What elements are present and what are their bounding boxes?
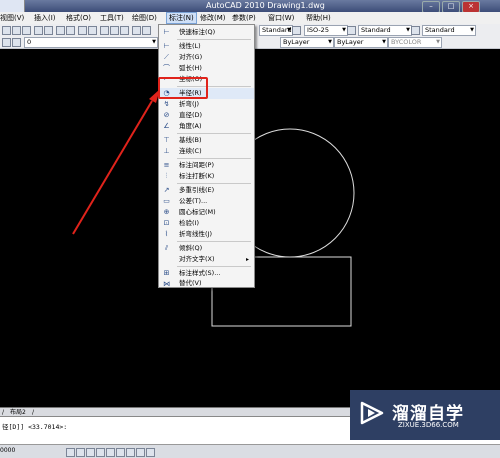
status-bar: 0000 xyxy=(0,444,500,458)
dimstyle-select[interactable]: ISO-25 ▼ xyxy=(304,25,348,36)
menu-item-tolerance[interactable]: ▭ 公差(T)... xyxy=(159,196,254,207)
linetype-select[interactable]: ByLayer ▼ xyxy=(280,37,334,48)
oblique-icon: ⫽ xyxy=(164,244,169,252)
center-mark-icon: ⊕ xyxy=(163,208,170,216)
zoom-icon[interactable] xyxy=(88,26,97,35)
layer-state-icon[interactable] xyxy=(12,38,21,47)
osnap-icon[interactable] xyxy=(106,448,115,457)
ortho-icon[interactable] xyxy=(86,448,95,457)
help-icon[interactable] xyxy=(142,26,151,35)
save-icon[interactable] xyxy=(22,26,31,35)
angle-icon: ∠ xyxy=(163,122,170,130)
dim-style-icon[interactable] xyxy=(292,26,301,35)
menu-item-continue[interactable]: ⊥ 连续(C) xyxy=(159,146,254,157)
jogged-icon: ↯ xyxy=(163,100,170,108)
dim-break-icon: ⫶ xyxy=(165,172,168,180)
title-bar: AutoCAD 2010 Drawing1.dwg – □ × xyxy=(0,0,500,13)
dyn-icon[interactable] xyxy=(136,448,145,457)
menu-help[interactable]: 帮助(H) xyxy=(306,13,331,23)
plotstyle-select[interactable]: BYCOLOR ▼ xyxy=(388,37,442,48)
menu-item-multileader[interactable]: ↗ 多重引线(E) xyxy=(159,185,254,196)
calculator-icon[interactable] xyxy=(132,26,141,35)
polar-icon[interactable] xyxy=(96,448,105,457)
jogged-linear-icon: ⌇ xyxy=(164,230,169,238)
menu-tools[interactable]: 工具(T) xyxy=(100,13,124,23)
menu-item-center-mark[interactable]: ⊕ 圆心标记(M) xyxy=(159,207,254,218)
menu-item-align-text[interactable]: 对齐文字(X) ▸ xyxy=(159,254,254,265)
menu-item-arc-length[interactable]: ⌒ 弧长(H) xyxy=(159,63,254,74)
properties-icon[interactable] xyxy=(100,26,109,35)
preview-icon[interactable] xyxy=(44,26,53,35)
menu-item-dim-break[interactable]: ⫶ 标注打断(K) xyxy=(159,171,254,182)
menu-insert[interactable]: 插入(I) xyxy=(34,13,56,23)
menu-item-quick-dim[interactable]: ⊢ 快速标注(Q) xyxy=(159,27,254,38)
window-title: AutoCAD 2010 Drawing1.dwg xyxy=(206,1,325,10)
highlight-box xyxy=(158,77,208,99)
menu-format[interactable]: 格式(O) xyxy=(66,13,91,23)
menu-item-dim-space[interactable]: ≡ 标注间距(P) xyxy=(159,160,254,171)
menu-item-angle[interactable]: ∠ 角度(A) xyxy=(159,121,254,132)
command-text: 径[D]] <33.7014>: xyxy=(2,423,68,431)
override-icon: ⋈ xyxy=(163,280,170,288)
menu-item-aligned[interactable]: ⟋ 对齐(G) xyxy=(159,52,254,63)
menu-view[interactable]: 视图(V) xyxy=(0,13,24,23)
menu-item-oblique[interactable]: ⫽ 倾斜(Q) xyxy=(159,243,254,254)
annotation-arrow-line xyxy=(72,100,153,235)
menu-item-linear[interactable]: ⊢ 线性(L) xyxy=(159,41,254,52)
brand-url: ZIXUE.3D66.COM xyxy=(398,421,459,429)
layer-select[interactable]: 0 ▼ xyxy=(24,37,158,48)
menu-modify[interactable]: 修改(M) xyxy=(200,13,226,23)
layer-manager-icon[interactable] xyxy=(2,38,11,47)
menu-dimension[interactable]: 标注(N) xyxy=(166,12,197,24)
menu-item-inspect[interactable]: ⊡ 检验(I) xyxy=(159,218,254,229)
plot-icon[interactable] xyxy=(34,26,43,35)
baseline-icon: ⊤ xyxy=(163,136,170,144)
menu-item-jogged-linear[interactable]: ⌇ 折弯线性(J) xyxy=(159,229,254,240)
ducs-icon[interactable] xyxy=(126,448,135,457)
grid-icon[interactable] xyxy=(76,448,85,457)
pan-icon[interactable] xyxy=(78,26,87,35)
tool-palette-icon[interactable] xyxy=(120,26,129,35)
text-style-select[interactable]: Standard ▼ xyxy=(259,25,293,36)
lineweight-select[interactable]: ByLayer ▼ xyxy=(334,37,388,48)
menu-draw[interactable]: 绘图(D) xyxy=(132,13,157,23)
watermark-logo: 溜溜自学 ZIXUE.3D66.COM xyxy=(350,390,500,440)
continue-icon: ⊥ xyxy=(163,147,170,155)
menu-item-dim-style[interactable]: ⊞ 标注样式(S)... xyxy=(159,268,254,279)
coordinate-readout: 0000 xyxy=(0,447,16,454)
aligned-icon: ⟋ xyxy=(164,53,169,61)
menu-item-diameter[interactable]: ⊘ 直径(D) xyxy=(159,110,254,121)
quick-dim-icon: ⊢ xyxy=(163,28,170,36)
play-logo-icon xyxy=(360,401,384,425)
open-icon[interactable] xyxy=(12,26,21,35)
linear-icon: ⊢ xyxy=(163,42,170,50)
arc-length-icon: ⌒ xyxy=(163,64,170,72)
table-style-select[interactable]: Standard ▼ xyxy=(358,25,412,36)
quick-access-button[interactable] xyxy=(0,0,25,12)
snap-icon[interactable] xyxy=(66,448,75,457)
menu-window[interactable]: 窗口(W) xyxy=(268,13,294,23)
dim-space-icon: ≡ xyxy=(163,161,170,169)
lineweight-icon[interactable] xyxy=(146,448,155,457)
undo-icon[interactable] xyxy=(56,26,65,35)
otrack-icon[interactable] xyxy=(116,448,125,457)
dim-style-icon: ⊞ xyxy=(163,269,170,277)
menu-item-baseline[interactable]: ⊤ 基线(B) xyxy=(159,135,254,146)
mleader-style-icon[interactable] xyxy=(411,26,420,35)
submenu-arrow-icon: ▸ xyxy=(245,256,249,263)
menu-item-override[interactable]: ⋈ 替代(V) xyxy=(159,279,254,287)
menu-parametric[interactable]: 参数(P) xyxy=(232,13,256,23)
dimension-menu: ⊢ 快速标注(Q) ⊢ 线性(L) ⟋ 对齐(G) ⌒ 弧长(H) ⌐ 坐标(O) ◔ 半径… xyxy=(158,24,255,288)
diameter-icon: ⊘ xyxy=(163,111,170,119)
inspect-icon: ⊡ xyxy=(163,219,170,227)
multileader-icon: ↗ xyxy=(163,186,170,194)
mleader-style-select[interactable]: Standard ▼ xyxy=(422,25,476,36)
table-style-icon[interactable] xyxy=(347,26,356,35)
design-center-icon[interactable] xyxy=(110,26,119,35)
tolerance-icon: ▭ xyxy=(163,197,170,205)
redo-icon[interactable] xyxy=(66,26,75,35)
new-icon[interactable] xyxy=(2,26,11,35)
menu-item-jogged[interactable]: ↯ 折弯(J) xyxy=(159,99,254,110)
